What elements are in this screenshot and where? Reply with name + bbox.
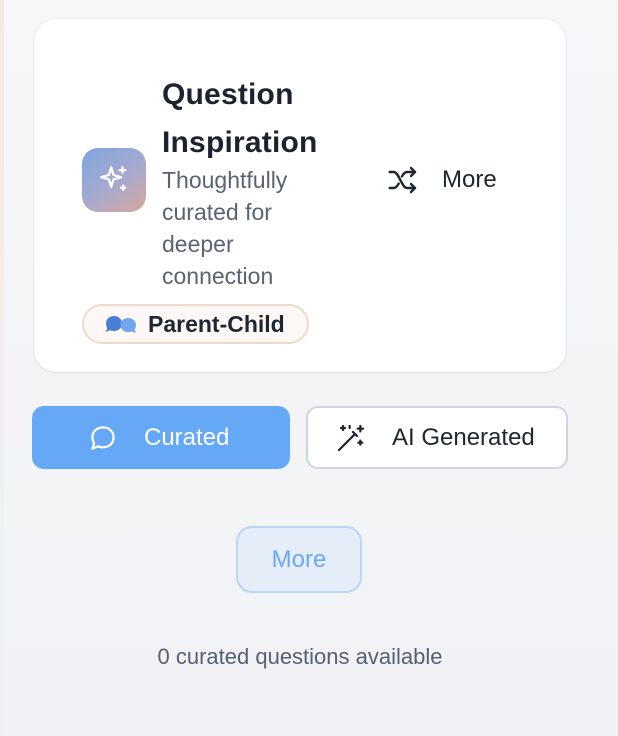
- speech-bubbles-icon: [104, 313, 138, 335]
- question-inspiration-card: Question Inspiration Thoughtfully curate…: [34, 19, 566, 372]
- card-subtitle: Thoughtfully curated for deeper connecti…: [162, 167, 288, 289]
- chat-bubble-icon: [86, 421, 120, 455]
- shuffle-more-label: More: [442, 166, 497, 193]
- shuffle-more-button[interactable]: More: [386, 162, 497, 198]
- tab-ai-generated[interactable]: AI Generated: [306, 406, 568, 469]
- sparkles-icon: [82, 148, 146, 212]
- load-more-button[interactable]: More: [236, 526, 362, 593]
- left-edge-accent: [0, 0, 4, 736]
- magic-wand-icon: [334, 421, 368, 455]
- card-title: Question Inspiration: [162, 78, 318, 159]
- shuffle-icon: [386, 163, 420, 197]
- tab-curated-label: Curated: [144, 423, 230, 451]
- tag-label: Parent-Child: [148, 310, 285, 337]
- question-count-status: 0 curated questions available: [157, 644, 443, 669]
- relationship-tag[interactable]: Parent-Child: [82, 304, 309, 344]
- tab-curated[interactable]: Curated: [32, 406, 290, 469]
- tab-ai-generated-label: AI Generated: [392, 423, 535, 451]
